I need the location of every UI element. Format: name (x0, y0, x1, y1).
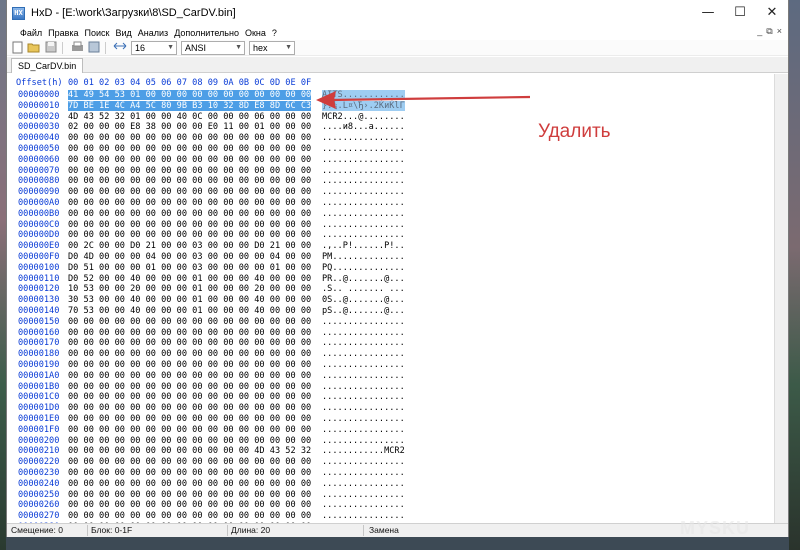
annotation-arrow-line (329, 95, 531, 102)
annotation-label: Удалить (538, 121, 611, 142)
annotation-arrow (316, 91, 531, 109)
watermark: MYSKU (680, 518, 751, 538)
annotation-arrowhead (316, 91, 336, 109)
